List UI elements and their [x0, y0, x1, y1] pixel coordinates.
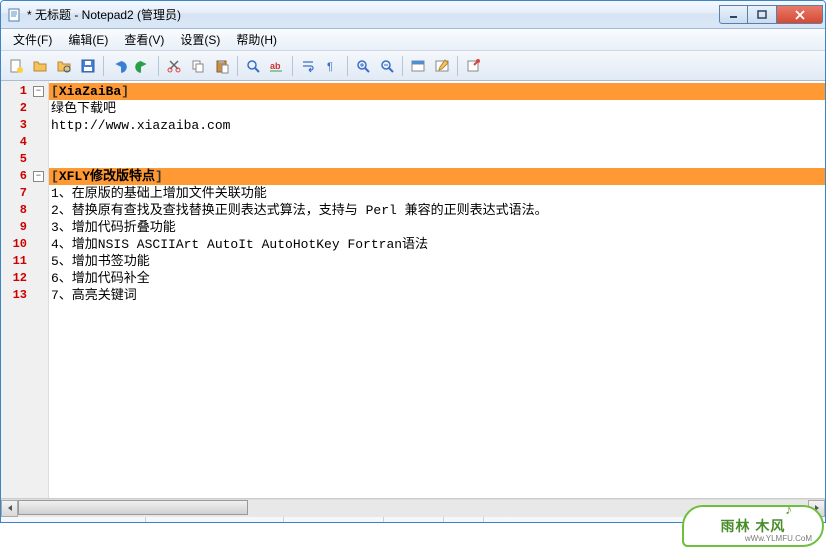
watermark-logo: ♪ 雨林 木风 wWw.YLMFU.CoM — [682, 505, 824, 547]
code-area[interactable]: [XiaZaiBa]绿色下载吧http://www.xiazaiba.com [X… — [49, 81, 825, 498]
zoomout-icon[interactable] — [376, 55, 398, 77]
line-number[interactable]: 11 — [1, 253, 48, 270]
customize-icon[interactable] — [431, 55, 453, 77]
svg-text:¶: ¶ — [327, 61, 333, 73]
copy-icon[interactable] — [187, 55, 209, 77]
code-line[interactable]: 5、增加书签功能 — [49, 253, 825, 270]
window-controls — [719, 5, 823, 24]
line-number[interactable]: 9 — [1, 219, 48, 236]
scroll-thumb[interactable] — [18, 500, 248, 515]
fold-toggle-icon[interactable]: − — [33, 86, 44, 97]
scheme-icon[interactable] — [407, 55, 429, 77]
menu-settings[interactable]: 设置(S) — [172, 29, 228, 50]
code-line[interactable]: 2、替换原有查找及查找替换正则表达式算法，支持与 Perl 兼容的正则表达式语法… — [49, 202, 825, 219]
line-number-gutter[interactable]: 1−23456−78910111213 — [1, 81, 49, 498]
svg-text:ab: ab — [270, 61, 281, 71]
toolbar-separator — [292, 56, 293, 76]
code-line[interactable]: 1、在原版的基础上增加文件关联功能 — [49, 185, 825, 202]
line-number[interactable]: 4 — [1, 134, 48, 151]
menu-file[interactable]: 文件(F) — [5, 29, 60, 50]
code-line[interactable] — [49, 134, 825, 151]
line-number[interactable]: 7 — [1, 185, 48, 202]
scroll-left-button[interactable] — [1, 500, 18, 517]
status-encoding[interactable]: ANSI — [284, 517, 384, 523]
code-line[interactable]: http://www.xiazaiba.com — [49, 117, 825, 134]
code-line[interactable]: 7、高亮关键词 — [49, 287, 825, 304]
status-ovr[interactable]: INS — [444, 517, 484, 523]
line-number[interactable]: 3 — [1, 117, 48, 134]
paste-icon[interactable] — [211, 55, 233, 77]
line-number[interactable]: 13 — [1, 287, 48, 304]
toolbar-separator — [237, 56, 238, 76]
line-number[interactable]: 6− — [1, 168, 48, 185]
cut-icon[interactable] — [163, 55, 185, 77]
app-window: * 无标题 - Notepad2 (管理员) 文件(F) 编辑(E) 查看(V)… — [0, 0, 826, 523]
titlebar[interactable]: * 无标题 - Notepad2 (管理员) — [1, 1, 825, 29]
new-icon[interactable] — [5, 55, 27, 77]
whitespace-icon[interactable]: ¶ — [321, 55, 343, 77]
open-icon[interactable] — [29, 55, 51, 77]
code-line[interactable]: [XiaZaiBa] — [49, 83, 825, 100]
status-bytes[interactable]: 304 字节 — [146, 517, 284, 523]
wordwrap-icon[interactable] — [297, 55, 319, 77]
line-number[interactable]: 1− — [1, 83, 48, 100]
ontop-icon[interactable] — [462, 55, 484, 77]
code-line[interactable]: 6、增加代码补全 — [49, 270, 825, 287]
close-button[interactable] — [777, 5, 823, 24]
status-eol[interactable]: CR+LF — [384, 517, 444, 523]
code-line[interactable]: 4、增加NSIS ASCIIArt AutoIt AutoHotKey Fort… — [49, 236, 825, 253]
code-line[interactable]: 3、增加代码折叠功能 — [49, 219, 825, 236]
toolbar: ab ¶ — [1, 51, 825, 81]
app-icon — [7, 7, 23, 23]
minimize-button[interactable] — [719, 5, 748, 24]
redo-icon[interactable] — [132, 55, 154, 77]
toolbar-separator — [402, 56, 403, 76]
zoomin-icon[interactable] — [352, 55, 374, 77]
maximize-button[interactable] — [748, 5, 777, 24]
code-line[interactable]: 绿色下载吧 — [49, 100, 825, 117]
undo-icon[interactable] — [108, 55, 130, 77]
toolbar-separator — [103, 56, 104, 76]
line-number[interactable]: 5 — [1, 151, 48, 168]
replace-icon[interactable]: ab — [266, 55, 288, 77]
watermark-url: wWw.YLMFU.CoM — [745, 534, 812, 543]
code-line[interactable] — [49, 151, 825, 168]
line-number[interactable]: 2 — [1, 100, 48, 117]
save-icon[interactable] — [77, 55, 99, 77]
leaf-icon: ♪ — [785, 501, 792, 517]
menu-help[interactable]: 帮助(H) — [228, 29, 285, 50]
window-title: * 无标题 - Notepad2 (管理员) — [27, 6, 719, 23]
menu-edit[interactable]: 编辑(E) — [60, 29, 116, 50]
menu-view[interactable]: 查看(V) — [116, 29, 172, 50]
toolbar-separator — [457, 56, 458, 76]
line-number[interactable]: 8 — [1, 202, 48, 219]
editor-area: 1−23456−78910111213 [XiaZaiBa]绿色下载吧http:… — [1, 81, 825, 499]
menubar: 文件(F) 编辑(E) 查看(V) 设置(S) 帮助(H) — [1, 29, 825, 51]
watermark-text: 雨林 木风 — [721, 516, 786, 536]
find-icon[interactable] — [242, 55, 264, 77]
browse-icon[interactable] — [53, 55, 75, 77]
line-number[interactable]: 10 — [1, 236, 48, 253]
fold-toggle-icon[interactable]: − — [33, 171, 44, 182]
status-position[interactable]: 行 6 : 13 列 11 选定 0 — [1, 517, 146, 523]
line-number[interactable]: 12 — [1, 270, 48, 287]
toolbar-separator — [158, 56, 159, 76]
code-line[interactable]: [XFLY修改版特点] — [49, 168, 825, 185]
toolbar-separator — [347, 56, 348, 76]
